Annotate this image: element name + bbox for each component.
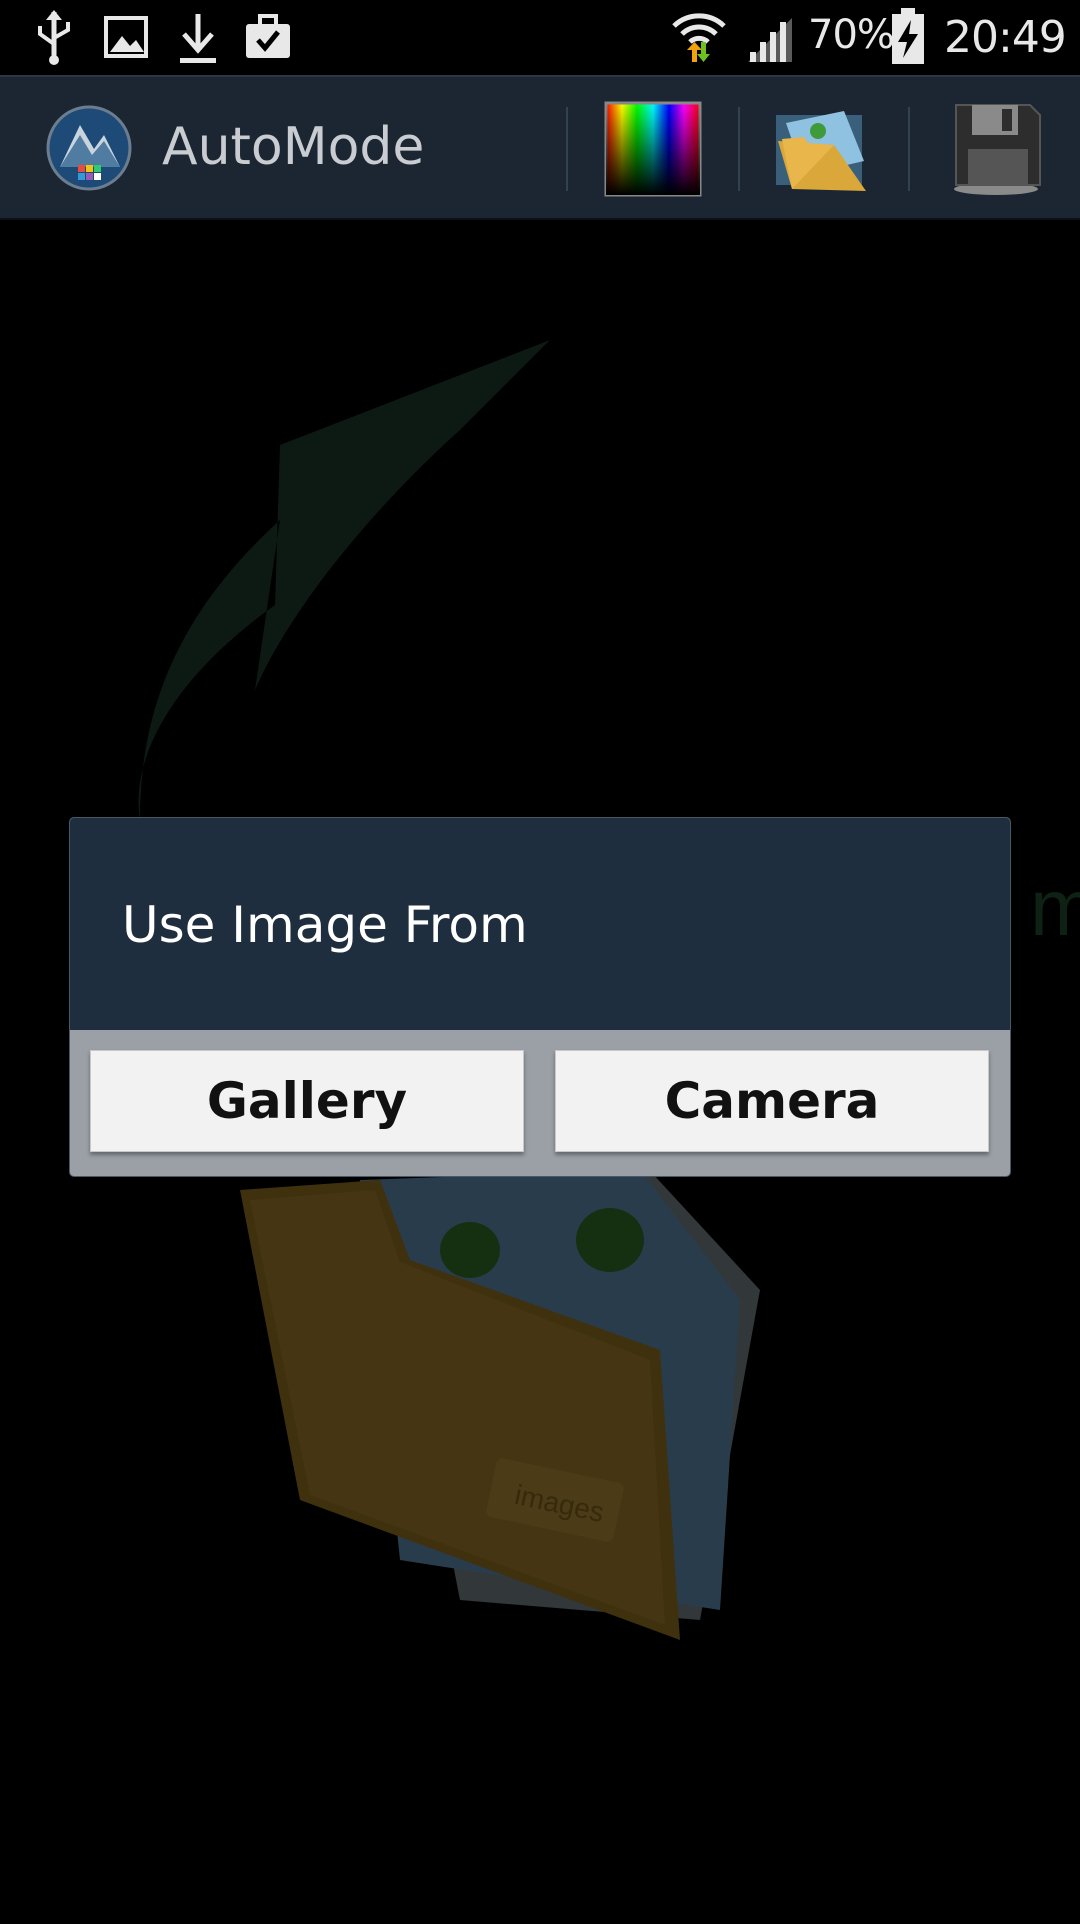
app-logo-icon[interactable]	[46, 105, 132, 191]
clock: 20:49	[944, 12, 1067, 63]
battery-charging-icon	[892, 8, 924, 64]
battery-percent: 70%	[808, 12, 895, 58]
gallery-button[interactable]: Gallery	[90, 1050, 524, 1152]
action-bar: AutoMode	[0, 75, 1080, 220]
usb-icon	[38, 10, 70, 65]
wifi-icon	[672, 13, 726, 62]
image-icon	[104, 16, 148, 58]
signal-icon	[748, 18, 792, 62]
image-source-dialog: Use Image From Gallery Camera	[70, 818, 1010, 1176]
app-title: AutoMode	[162, 117, 425, 177]
divider	[566, 107, 568, 191]
save-icon[interactable]	[946, 101, 1046, 197]
divider	[908, 107, 910, 191]
color-picker-icon[interactable]	[604, 101, 704, 197]
download-icon	[180, 14, 216, 63]
divider	[738, 107, 740, 191]
status-bar: 70% 20:49	[0, 0, 1080, 75]
open-folder-icon[interactable]	[774, 101, 874, 197]
briefcase-check-icon	[246, 14, 290, 58]
dialog-title: Use Image From	[122, 896, 528, 954]
camera-button[interactable]: Camera	[555, 1050, 989, 1152]
dialog-header: Use Image From	[70, 818, 1010, 1030]
